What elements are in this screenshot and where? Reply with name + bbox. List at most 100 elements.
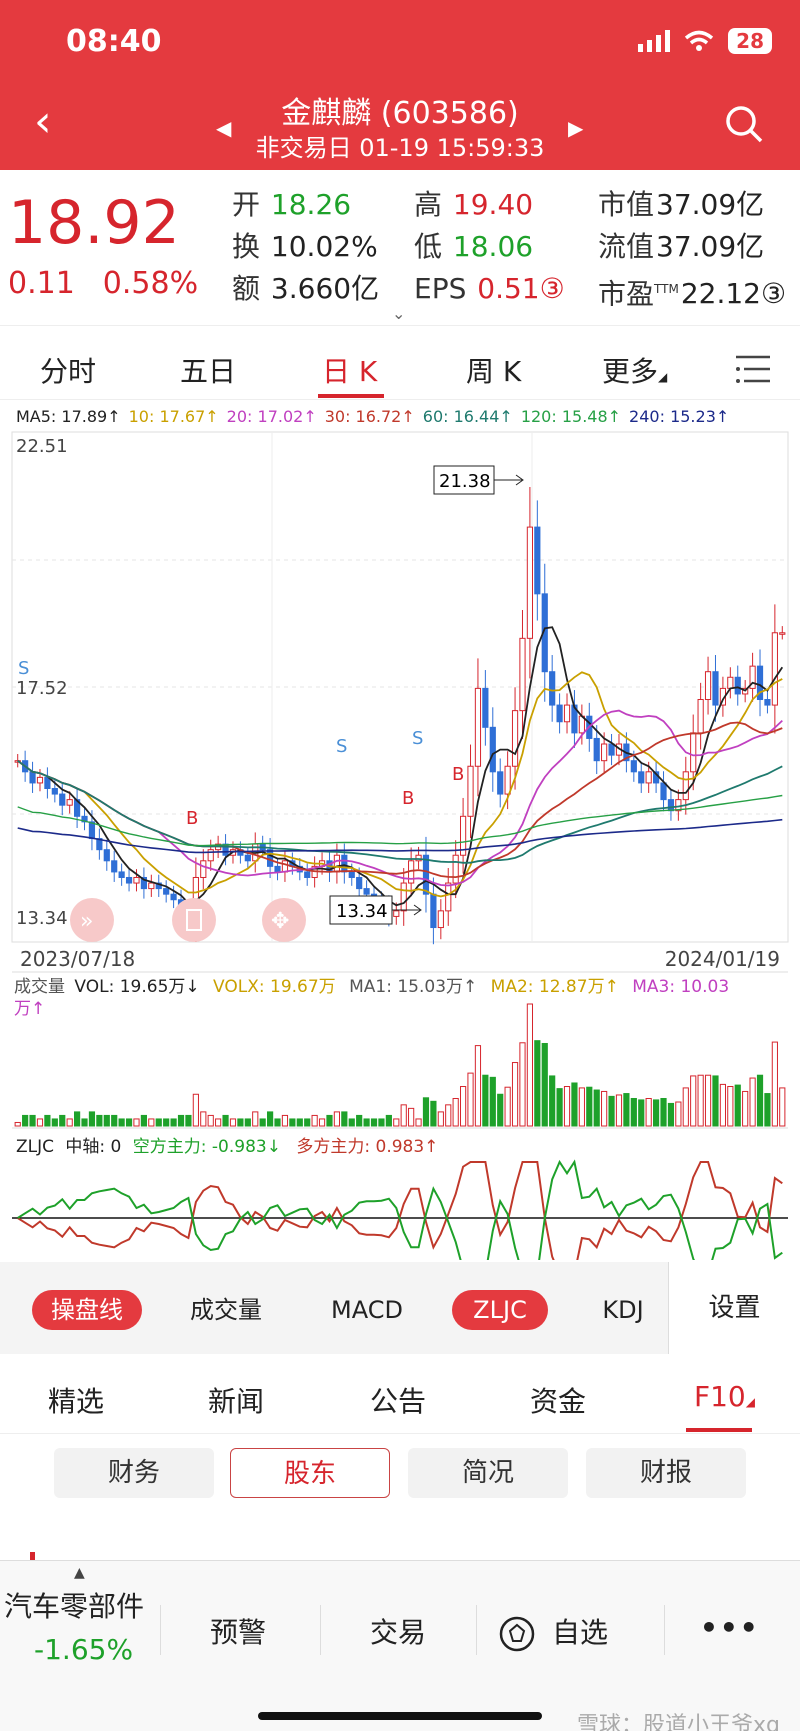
signal-s-3: S <box>412 728 423 749</box>
ma-legend-item: 120: 15.48↑ <box>521 407 621 426</box>
more-icon[interactable]: ••• <box>700 1611 760 1644</box>
volume-bar <box>437 1111 444 1127</box>
mcap-value: 37.09亿 <box>656 188 765 221</box>
signal-s-2: S <box>336 736 347 757</box>
quote-panel: 18.92 0.11 0.58% 开 18.26 换 10.02% 额 3.660… <box>0 170 800 326</box>
tab-operating-line[interactable]: 操盘线 <box>32 1290 142 1330</box>
header-bar: 08:40 28 ‹ ◀ 金麒麟 (603586) 非交易日 01-19 15:… <box>0 0 800 170</box>
tab-more[interactable]: 更多◢ <box>602 350 667 390</box>
volume-bar <box>363 1118 370 1127</box>
tab-volume[interactable]: 成交量 <box>176 1290 276 1330</box>
volume-bar <box>378 1118 385 1127</box>
candle-body <box>66 799 73 806</box>
volume-bar <box>274 1118 281 1127</box>
volume-bar <box>140 1114 148 1127</box>
volume-bar <box>118 1118 125 1127</box>
candle-body <box>504 765 511 795</box>
volume-bar <box>44 1114 51 1127</box>
settings-button[interactable]: 设置 <box>668 1262 800 1354</box>
ma-line-10 <box>17 671 783 898</box>
candle-body <box>549 671 556 706</box>
sub-tab-finance[interactable]: 财务 <box>54 1448 214 1498</box>
volume-bar <box>81 1118 88 1127</box>
volume-bar <box>556 1088 563 1127</box>
volume-bar <box>222 1114 229 1127</box>
volume-bar <box>645 1097 652 1127</box>
ma-legend: MA5: 17.89↑ 10: 17.67↑ 20: 17.02↑ 30: 16.72… <box>16 407 729 426</box>
candle-body <box>779 632 786 635</box>
indicator-tabs: 操盘线 成交量 MACD ZLJC KDJ 设置 <box>0 1262 800 1354</box>
pe-value: 22.12③ <box>680 277 787 311</box>
tab-f10[interactable]: F10◢ <box>694 1380 755 1413</box>
candle-body <box>430 893 437 929</box>
chevron-down-icon[interactable]: ⌄ <box>392 304 405 323</box>
kline-chart[interactable]: MA5: 17.89↑ 10: 17.67↑ 20: 17.02↑ 30: 16.72… <box>0 400 800 1260</box>
volume-bar <box>51 1118 58 1127</box>
candle-body <box>563 704 571 723</box>
tab-five-day[interactable]: 五日 <box>180 350 236 390</box>
sub-tab-profile[interactable]: 简况 <box>408 1448 568 1498</box>
tab-macd[interactable]: MACD <box>322 1290 412 1330</box>
volume-bar <box>779 1087 786 1127</box>
candle-body <box>638 771 645 784</box>
volume-bars-group <box>14 1003 786 1127</box>
volume-bar <box>200 1111 207 1127</box>
tab-featured[interactable]: 精选 <box>48 1380 104 1420</box>
volume-bar <box>697 1074 704 1127</box>
watermark: 雪球：股道小王爷xq <box>577 1713 780 1731</box>
tab-announcements[interactable]: 公告 <box>370 1380 426 1420</box>
volume-bar <box>393 1118 400 1127</box>
volume-bar <box>742 1090 749 1127</box>
next-stock-icon[interactable]: ▶ <box>568 116 583 140</box>
candle-body <box>474 687 482 767</box>
volume-bar <box>511 1062 519 1127</box>
candle-body <box>534 526 541 595</box>
y-label-min: 13.34 <box>16 908 68 929</box>
quote-col-1: 开 18.26 换 10.02% 额 3.660亿 <box>232 188 380 305</box>
volume-bar <box>36 1118 44 1127</box>
tab-intraday[interactable]: 分时 <box>40 350 96 390</box>
candle-body <box>437 910 444 929</box>
sub-tab-shareholders[interactable]: 股东 <box>230 1448 390 1498</box>
float-value: 37.09亿 <box>656 230 765 263</box>
sub-tab-reports[interactable]: 财报 <box>586 1448 746 1498</box>
candles-group <box>14 487 786 945</box>
long-force-line <box>17 1161 783 1260</box>
volume-bar <box>385 1114 392 1127</box>
tab-daily-k[interactable]: 日 K <box>322 350 377 390</box>
max-price-label: 21.38 <box>439 471 491 492</box>
home-indicator <box>258 1712 542 1720</box>
volume-bar <box>326 1114 333 1127</box>
volume-bar <box>408 1107 415 1127</box>
volume-bar <box>88 1111 96 1127</box>
candle-body <box>170 893 177 901</box>
tab-kdj[interactable]: KDJ <box>588 1290 658 1330</box>
candle-body <box>467 765 474 817</box>
candle-body <box>103 849 110 862</box>
candle-body <box>764 699 771 706</box>
volume-legend: 成交量 VOL: 19.65万↓ VOLX: 19.67万 MA1: 15.03… <box>14 977 729 997</box>
chevron-up-icon[interactable]: ▲ <box>74 1565 85 1581</box>
list-menu-icon[interactable] <box>736 354 770 384</box>
candle-body <box>690 732 697 773</box>
sector-name[interactable]: 汽车零部件 <box>4 1585 144 1625</box>
alert-button[interactable]: 预警 <box>210 1611 266 1651</box>
rotate-icon[interactable] <box>172 898 216 942</box>
candle-body <box>445 882 452 912</box>
volume-bar <box>125 1118 133 1127</box>
tab-funds[interactable]: 资金 <box>530 1380 586 1420</box>
tab-weekly-k[interactable]: 周 K <box>466 350 521 390</box>
volume-bar <box>170 1118 177 1127</box>
trade-button[interactable]: 交易 <box>370 1611 426 1651</box>
volume-bar <box>504 1086 511 1127</box>
candle-body <box>163 888 170 895</box>
search-icon[interactable] <box>724 104 764 144</box>
watchlist-button[interactable]: 自选 <box>498 1611 608 1653</box>
tab-news[interactable]: 新闻 <box>208 1380 264 1420</box>
ma-legend-item: 60: 16.44↑ <box>423 407 513 426</box>
candle-body <box>489 726 496 773</box>
volume-bar <box>177 1114 185 1127</box>
candle-body <box>125 876 133 884</box>
tab-zljc[interactable]: ZLJC <box>452 1290 548 1330</box>
turnover-value: 10.02% <box>270 230 378 263</box>
